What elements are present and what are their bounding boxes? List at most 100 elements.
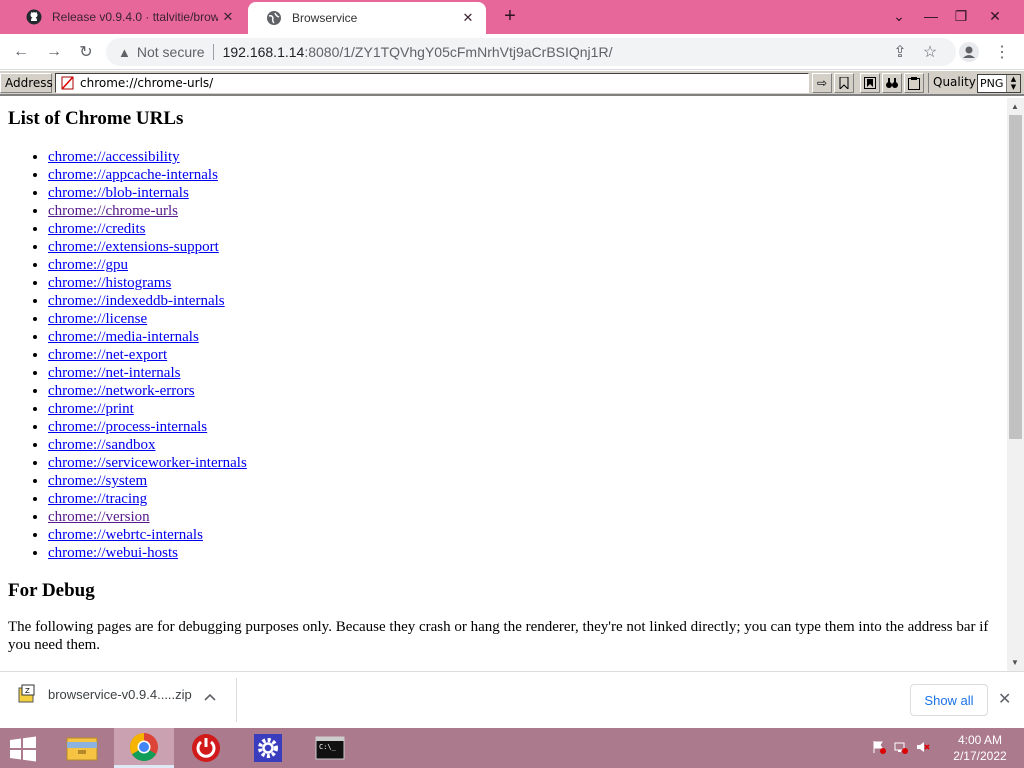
list-item: chrome://sandbox [48,436,1007,454]
address-value: chrome://chrome-urls/ [80,76,214,90]
url-link[interactable]: chrome://tracing [48,491,147,507]
url-link[interactable]: chrome://accessibility [48,149,180,165]
volume-muted-icon[interactable] [916,740,930,757]
new-tab-button[interactable]: + [498,5,522,29]
list-item: chrome://accessibility [48,148,1007,166]
debug-text: The following pages are for debugging pu… [8,619,989,653]
tab-close-icon[interactable]: ✕ [458,10,478,26]
forward-button[interactable]: → [42,40,66,64]
url-link[interactable]: chrome://indexeddb-internals [48,293,225,309]
url-link[interactable]: chrome://credits [48,221,145,237]
address-label: Address [0,73,53,93]
url-link[interactable]: chrome://webrtc-internals [48,527,203,543]
security-label[interactable]: Not secure [137,44,205,60]
svg-text:C:\_: C:\_ [319,743,337,751]
url-link[interactable]: chrome://blob-internals [48,185,189,201]
url-link[interactable]: chrome://extensions-support [48,239,219,255]
show-all-button[interactable]: Show all [910,684,988,716]
page-heading: List of Chrome URLs [8,108,184,129]
tab-close-icon[interactable]: ✕ [218,9,238,25]
bookmark-star-icon[interactable]: ☆ [918,40,942,64]
url-link[interactable]: chrome://version [48,509,150,525]
chrome-menu-icon[interactable]: ⋮ [990,40,1014,64]
url-link[interactable]: chrome://chrome-urls [48,203,178,219]
browser-toolbar: ← → ↻ ▲ Not secure 192.168.1.14:8080/1/Z… [0,34,1024,70]
close-shelf-icon[interactable]: ✕ [998,689,1011,709]
url-path: :8080/1/ZY1TQVhgY05cFmNrhVtj9aCrBSIQnj1R… [304,44,613,60]
download-item[interactable]: Z browservice-v0.9.4.....zip [18,684,192,704]
shelf-divider [236,678,237,722]
scroll-down-icon[interactable]: ▼ [1011,658,1019,667]
clock-time: 4:00 AM [957,733,1003,747]
chevron-up-icon[interactable] [204,690,216,704]
bookmark-icon[interactable] [834,73,854,93]
list-item: chrome://chrome-urls [48,202,1007,220]
quality-label: Quality [928,73,980,93]
url-link[interactable]: chrome://net-internals [48,365,180,381]
url-link[interactable]: chrome://net-export [48,347,167,363]
go-button[interactable]: ⇨ [812,73,832,93]
list-item: chrome://webrtc-internals [48,526,1007,544]
list-item: chrome://media-internals [48,328,1007,346]
url-link[interactable]: chrome://system [48,473,147,489]
list-item: chrome://license [48,310,1007,328]
tab-release[interactable]: Release v0.9.4.0 · ttalvitie/brows ✕ [8,0,246,34]
svg-text:Z: Z [25,687,30,695]
back-button[interactable]: ← [9,40,33,64]
scrollbar-thumb[interactable] [1009,115,1022,439]
url-link[interactable]: chrome://network-errors [48,383,195,399]
settings-gear-icon[interactable] [238,728,298,768]
zip-file-icon: Z [18,684,36,704]
tab-title: Release v0.9.4.0 · ttalvitie/brows [52,10,218,24]
list-item: chrome://histograms [48,274,1007,292]
omnibox[interactable]: ▲ Not secure 192.168.1.14:8080/1/ZY1TQVh… [106,38,956,66]
quality-value: PNG [980,77,1004,90]
close-window-button[interactable]: ✕ [978,0,1012,34]
url-link[interactable]: chrome://license [48,311,147,327]
spinner-icon[interactable]: ▲ ▼ [1006,75,1020,92]
system-tray [872,740,930,757]
tab-search-icon[interactable]: ⌄ [882,0,916,34]
clipboard-icon[interactable] [904,73,924,93]
list-item: chrome://version [48,508,1007,526]
url-link[interactable]: chrome://gpu [48,257,128,273]
list-item: chrome://credits [48,220,1007,238]
url-link[interactable]: chrome://serviceworker-internals [48,455,247,471]
file-explorer-icon[interactable] [52,728,112,768]
list-item: chrome://net-internals [48,364,1007,382]
warning-icon[interactable]: ▲ [118,45,131,60]
list-item: chrome://gpu [48,256,1007,274]
clock-date: 2/17/2022 [953,749,1007,763]
url-link[interactable]: chrome://print [48,401,134,417]
start-button[interactable] [8,736,38,762]
minimize-button[interactable]: — [914,0,948,34]
url-link[interactable]: chrome://histograms [48,275,171,291]
list-item: chrome://blob-internals [48,184,1007,202]
list-item: chrome://network-errors [48,382,1007,400]
restore-button[interactable]: ❐ [944,0,978,34]
url-link[interactable]: chrome://sandbox [48,437,155,453]
power-app-icon[interactable] [176,728,236,768]
address-field[interactable]: chrome://chrome-urls/ [55,73,809,93]
action-center-flag-icon[interactable] [872,740,886,757]
command-prompt-icon[interactable]: C:\_ [300,728,360,768]
vertical-scrollbar[interactable]: ▲ ▼ [1007,98,1024,671]
url-link[interactable]: chrome://process-internals [48,419,207,435]
list-item: chrome://indexeddb-internals [48,292,1007,310]
scroll-up-icon[interactable]: ▲ [1011,102,1019,111]
taskbar-clock[interactable]: 4:00 AM 2/17/2022 [940,732,1020,764]
tab-browservice[interactable]: Browservice ✕ [248,2,486,34]
network-icon[interactable] [894,740,908,757]
find-icon[interactable] [882,73,902,93]
bookmarks-list-icon[interactable] [860,73,880,93]
tab-title: Browservice [292,11,358,25]
profile-avatar[interactable] [957,40,981,64]
chrome-taskbar-icon[interactable] [114,728,174,768]
reload-button[interactable]: ↻ [74,40,98,64]
url-link[interactable]: chrome://media-internals [48,329,199,345]
share-icon[interactable]: ⇪ [888,40,912,64]
quality-select[interactable]: PNG ▲ ▼ [977,74,1021,93]
url-link[interactable]: chrome://appcache-internals [48,167,218,183]
url-link[interactable]: chrome://webui-hosts [48,545,178,561]
no-security-icon [60,76,76,90]
